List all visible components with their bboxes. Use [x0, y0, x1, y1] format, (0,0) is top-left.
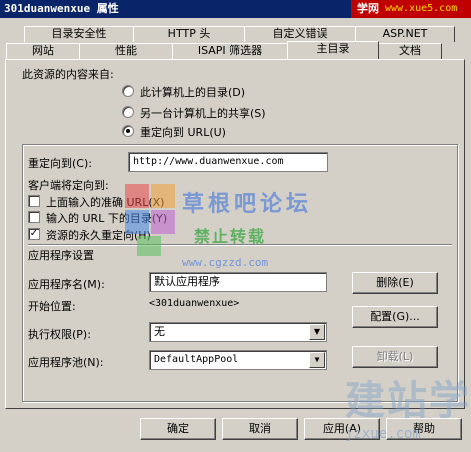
configure-button[interactable]: 配置(G)...: [352, 306, 438, 328]
tab-documents[interactable]: 文档: [378, 43, 442, 59]
checkbox-subdirectory[interactable]: [28, 211, 40, 223]
tab-custom-errors[interactable]: 自定义错误: [244, 26, 356, 42]
site-watermark-url: www.xue5.com: [385, 3, 458, 14]
forum-watermark-text: 草根吧论坛: [182, 192, 313, 217]
unload-button[interactable]: 卸载(L): [352, 346, 438, 368]
forum-logo-watermark: [125, 184, 175, 256]
client-redirect-label: 客户端将定向到:: [28, 179, 109, 192]
app-name-label: 应用程序名(M):: [28, 278, 105, 291]
chevron-down-icon[interactable]: ▼: [309, 324, 325, 340]
content-source-label: 此资源的内容来自:: [22, 68, 114, 81]
site-watermark: 学网 www.xue5.com: [351, 0, 471, 18]
radio-redirect-url-label: 重定向到 URL(U): [140, 126, 226, 139]
site-watermark-name: 学网: [357, 2, 379, 15]
tab-home-directory[interactable]: 主目录: [287, 41, 379, 59]
forum-url-watermark: www.cgzzd.com: [182, 256, 269, 269]
radio-redirect-url[interactable]: [122, 125, 134, 137]
tab-isapi-filters[interactable]: ISAPI 筛选器: [172, 43, 288, 59]
redirect-url-input[interactable]: http://www.duanwenxue.com: [128, 152, 328, 172]
radio-network-share[interactable]: [122, 106, 134, 118]
window-title: 301duanwenxue 属性: [4, 2, 119, 15]
tab-website[interactable]: 网站: [6, 43, 80, 59]
cancel-button[interactable]: 取消: [222, 418, 298, 440]
app-pool-select[interactable]: DefaultAppPool ▼: [149, 350, 327, 370]
app-settings-label: 应用程序设置: [28, 249, 94, 262]
no-repost-watermark: 禁止转载: [194, 227, 267, 246]
app-pool-label: 应用程序池(N):: [28, 356, 104, 369]
tab-performance[interactable]: 性能: [79, 43, 173, 59]
redirect-to-label: 重定向到(C):: [28, 157, 92, 170]
delete-button[interactable]: 删除(E): [352, 272, 438, 294]
app-pool-value: DefaultAppPool: [154, 354, 239, 365]
start-point-value: <301duanwenxue>: [149, 298, 240, 309]
checkbox-permanent-redirect[interactable]: ✓: [28, 228, 40, 240]
radio-local-directory[interactable]: [122, 85, 134, 97]
brand-watermark: 建站学: [345, 378, 471, 424]
tab-panel-home-directory: 此资源的内容来自: 此计算机上的目录(D) 另一台计算机上的共享(S) 重定向到…: [5, 59, 465, 409]
execute-permissions-label: 执行权限(P):: [28, 328, 91, 341]
execute-permissions-value: 无: [154, 325, 165, 338]
checkbox-exact-url[interactable]: [28, 195, 40, 207]
chevron-down-icon[interactable]: ▼: [309, 352, 325, 368]
execute-permissions-select[interactable]: 无 ▼: [149, 322, 327, 342]
brand-url-watermark: jzxue.com: [345, 426, 421, 442]
tab-http-headers[interactable]: HTTP 头: [133, 26, 245, 42]
tab-directory-security[interactable]: 目录安全性: [24, 26, 134, 42]
start-point-label: 开始位置:: [28, 300, 76, 313]
ok-button[interactable]: 确定: [140, 418, 216, 440]
app-name-input[interactable]: 默认应用程序: [149, 272, 327, 292]
radio-local-directory-label: 此计算机上的目录(D): [140, 86, 246, 99]
radio-network-share-label: 另一台计算机上的共享(S): [140, 107, 266, 120]
tab-aspnet[interactable]: ASP.NET: [355, 26, 455, 42]
